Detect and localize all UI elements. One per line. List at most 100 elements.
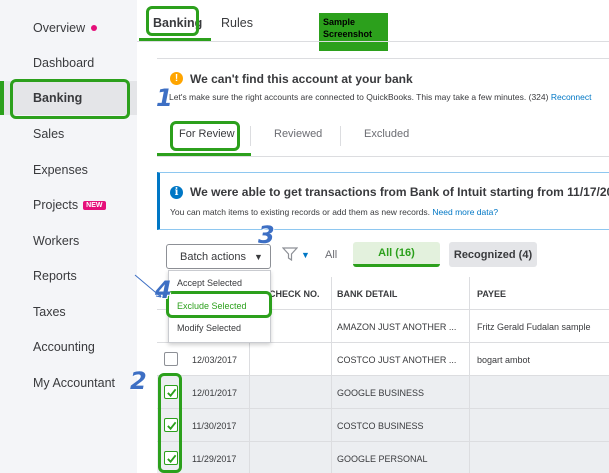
column-separator — [469, 277, 470, 310]
reconnect-link[interactable]: Reconnect — [551, 92, 592, 102]
sidebar-item-reports[interactable]: Reports — [0, 261, 137, 291]
row-date: 11/30/2017 — [192, 420, 237, 431]
row-bank-detail: GOOGLE PERSONAL — [337, 453, 428, 464]
column-separator — [331, 277, 332, 310]
highlight-banking-nav — [10, 79, 130, 119]
sidebar-item-sales[interactable]: Sales — [0, 119, 137, 149]
sidebar-item-label: Taxes — [33, 305, 66, 319]
left-nav: Overview Dashboard Banking Sales Expense… — [0, 0, 137, 473]
tab-separator — [340, 126, 341, 146]
filter-chevron-down-icon[interactable]: ▼ — [301, 250, 310, 260]
warning-text: Let's make sure the right accounts are c… — [169, 92, 527, 102]
sidebar-item-label: Dashboard — [33, 56, 95, 70]
column-separator — [469, 442, 470, 473]
notification-dot — [91, 25, 98, 31]
info-title: We were able to get transactions from Ba… — [190, 185, 609, 199]
annotation-number-3: 3 — [258, 221, 275, 249]
sidebar-item-taxes[interactable]: Taxes — [0, 297, 137, 327]
filter-all-label: All — [325, 249, 338, 261]
row-date: 12/01/2017 — [192, 387, 238, 398]
sidebar-item-label: Accounting — [33, 340, 95, 354]
info-icon: i — [170, 186, 183, 199]
info-card — [157, 172, 609, 230]
column-separator — [331, 376, 332, 409]
sidebar-item-label: Workers — [33, 234, 80, 248]
row-checkbox[interactable] — [164, 352, 178, 366]
sample-screenshot-label: Sample Screenshot — [319, 13, 388, 51]
row-date: 11/29/2017 — [192, 453, 237, 464]
annotation-number-2: 2 — [130, 367, 147, 395]
row-bank-detail: AMAZON JUST ANOTHER ... — [337, 321, 457, 332]
sidebar-item-label: Projects — [33, 198, 79, 212]
column-separator — [469, 376, 470, 409]
sidebar-item-dashboard[interactable]: Dashboard — [0, 48, 137, 78]
highlight-checkboxes — [158, 373, 182, 473]
column-header-bank-detail[interactable]: BANK DETAIL — [337, 277, 467, 310]
tab-excluded[interactable]: Excluded — [364, 128, 409, 140]
tab-reviewed[interactable]: Reviewed — [274, 128, 322, 140]
filter-icon[interactable] — [282, 247, 298, 261]
divider — [137, 41, 609, 42]
menu-item-accept-selected[interactable]: Accept Selected — [177, 278, 242, 288]
sidebar-item-my-accountant[interactable]: My Accountant — [0, 368, 137, 398]
card-border — [157, 58, 609, 59]
column-separator — [331, 343, 332, 376]
highlight-for-review-tab — [170, 121, 240, 151]
sidebar-item-label: Sales — [33, 127, 65, 141]
recognized-pill[interactable]: Recognized (4) — [449, 242, 537, 267]
row-payee — [477, 442, 609, 473]
chevron-down-icon: ▼ — [254, 251, 263, 262]
table-row[interactable]: 11/29/2017 GOOGLE PERSONAL — [157, 442, 609, 473]
highlight-exclude-selected — [166, 291, 272, 318]
column-separator — [249, 409, 250, 442]
column-header-check-no[interactable]: CHECK NO. — [269, 277, 329, 310]
sidebar-item-projects[interactable]: Projects NEW — [0, 190, 137, 220]
row-payee — [477, 376, 609, 409]
arrow-icon — [134, 274, 162, 298]
all-transactions-pill[interactable]: All (16) — [353, 242, 440, 267]
info-body: You can match items to existing records … — [170, 207, 498, 217]
warning-title: We can't find this account at your bank — [190, 72, 413, 86]
menu-item-modify-selected[interactable]: Modify Selected — [177, 323, 241, 333]
sidebar-item-label: Expenses — [33, 163, 88, 177]
row-bank-detail: COSTCO JUST ANOTHER ... — [337, 354, 457, 365]
warning-count: (324) — [528, 92, 549, 102]
column-separator — [469, 310, 470, 343]
column-separator — [331, 409, 332, 442]
need-more-data-link[interactable]: Need more data? — [432, 207, 498, 217]
row-payee: bogart ambot — [477, 354, 531, 365]
table-row[interactable]: 12/01/2017 GOOGLE BUSINESS — [157, 376, 609, 409]
sidebar-item-label: My Accountant — [33, 376, 115, 390]
column-separator — [249, 376, 250, 409]
sidebar-item-expenses[interactable]: Expenses — [0, 155, 137, 185]
column-separator — [331, 442, 332, 473]
sidebar-item-label: Overview — [33, 21, 86, 35]
row-bank-detail: COSTCO BUSINESS — [337, 420, 424, 431]
row-payee: Fritz Gerald Fudalan sample — [477, 321, 591, 332]
row-date: 12/03/2017 — [192, 354, 238, 365]
column-separator — [249, 343, 250, 376]
info-text: You can match items to existing records … — [170, 207, 431, 217]
warning-body: Let's make sure the right accounts are c… — [169, 92, 591, 102]
sidebar-item-accounting[interactable]: Accounting — [0, 332, 137, 362]
annotation-number-1: 1 — [156, 84, 173, 112]
column-separator — [331, 310, 332, 343]
batch-actions-button[interactable]: Batch actions ▼ — [166, 244, 271, 269]
tab-separator — [250, 126, 251, 146]
table-row[interactable]: 11/30/2017 COSTCO BUSINESS — [157, 409, 609, 442]
column-header-payee[interactable]: PAYEE — [477, 277, 609, 310]
column-separator — [249, 442, 250, 473]
row-bank-detail: GOOGLE BUSINESS — [337, 387, 425, 398]
sidebar-item-label: Reports — [33, 269, 77, 283]
highlight-banking-tab — [146, 6, 199, 36]
batch-actions-label: Batch actions — [180, 250, 247, 263]
column-separator — [469, 343, 470, 376]
sidebar-item-overview[interactable]: Overview — [0, 13, 137, 43]
tab-rules[interactable]: Rules — [221, 16, 253, 30]
divider — [157, 156, 609, 157]
table-row[interactable]: 12/03/2017 COSTCO JUST ANOTHER ... bogar… — [157, 343, 609, 376]
row-payee — [477, 409, 609, 442]
active-subtab-underline — [157, 153, 251, 156]
sidebar-item-workers[interactable]: Workers — [0, 226, 137, 256]
new-badge: NEW — [83, 200, 106, 210]
